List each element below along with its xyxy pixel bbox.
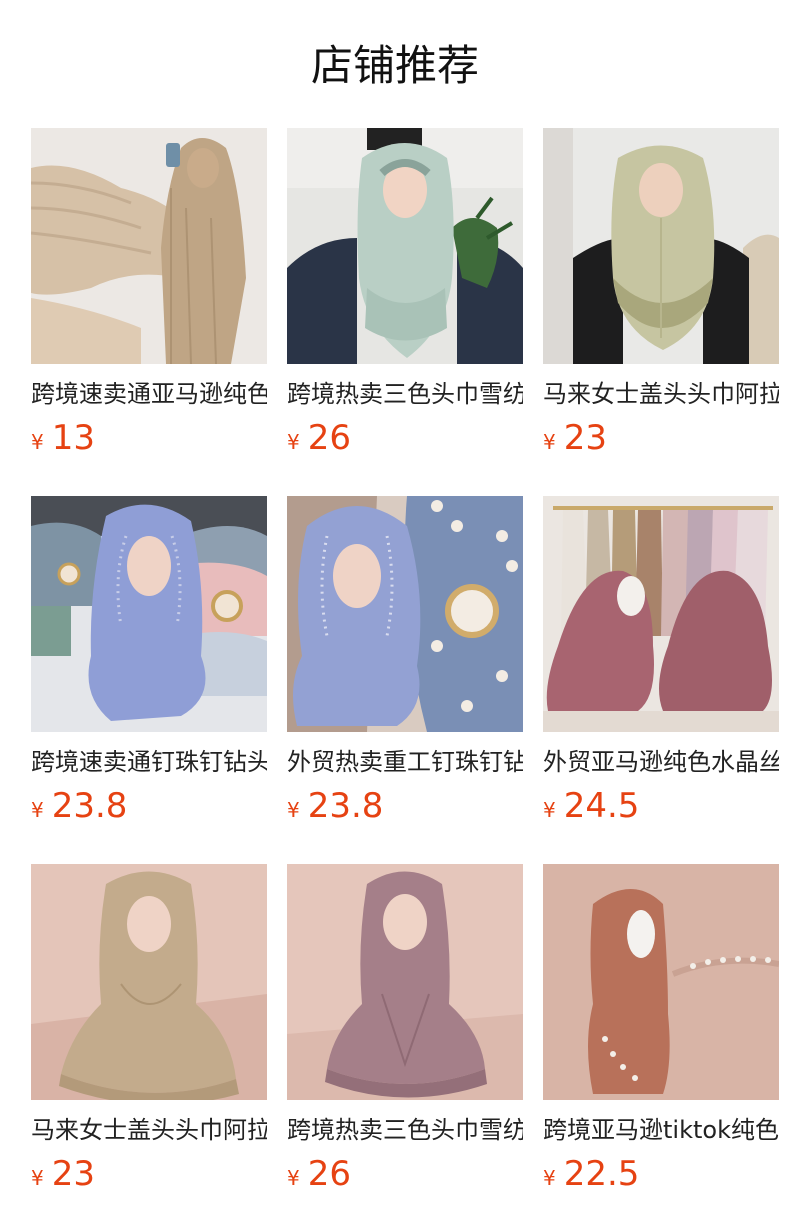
product-name[interactable]: 马来女士盖头头巾阿拉 [543,376,779,412]
product-image[interactable] [543,864,779,1100]
product-image[interactable] [31,128,267,364]
currency-symbol: ¥ [31,1166,44,1190]
product-image[interactable] [287,496,523,732]
product-price: ¥23.8 [287,784,383,828]
product-card[interactable]: 跨境速卖通亚马逊纯色 ¥13 [31,128,267,468]
product-name[interactable]: 马来女士盖头头巾阿拉 [31,1112,267,1148]
price-amount: 23.8 [307,786,384,826]
price-amount: 13 [51,418,95,458]
product-card[interactable]: 外贸热卖重工钉珠钉钻 ¥23.8 [287,496,523,836]
product-image[interactable] [543,128,779,364]
currency-symbol: ¥ [287,1166,300,1190]
price-amount: 23 [51,1154,95,1194]
product-price: ¥26 [287,1152,351,1196]
product-price: ¥23 [31,1152,95,1196]
product-image[interactable] [31,496,267,732]
price-amount: 26 [307,1154,351,1194]
product-price: ¥13 [31,416,95,460]
price-amount: 22.5 [563,1154,640,1194]
price-amount: 23.8 [51,786,128,826]
currency-symbol: ¥ [31,798,44,822]
product-image[interactable] [287,128,523,364]
product-name[interactable]: 跨境热卖三色头巾雪纺 [287,1112,523,1148]
product-price: ¥22.5 [543,1152,639,1196]
product-price: ¥24.5 [543,784,639,828]
currency-symbol: ¥ [287,798,300,822]
product-card[interactable]: 跨境热卖三色头巾雪纺 ¥26 [287,864,523,1204]
product-card[interactable]: 跨境热卖三色头巾雪纺 ¥26 [287,128,523,468]
product-price: ¥23 [543,416,607,460]
product-card[interactable]: 跨境速卖通钉珠钉钻头 ¥23.8 [31,496,267,836]
currency-symbol: ¥ [543,798,556,822]
price-amount: 24.5 [563,786,640,826]
page-title: 店铺推荐 [310,41,479,90]
product-name[interactable]: 外贸亚马逊纯色水晶丝 [543,744,779,780]
currency-symbol: ¥ [543,430,556,454]
product-price: ¥26 [287,416,351,460]
product-price: ¥23.8 [31,784,127,828]
product-name[interactable]: 跨境速卖通亚马逊纯色 [31,376,267,412]
product-card[interactable]: 马来女士盖头头巾阿拉 ¥23 [543,128,779,468]
product-card[interactable]: 跨境亚马逊tiktok纯色 ¥22.5 [543,864,779,1204]
product-card[interactable]: 外贸亚马逊纯色水晶丝 ¥24.5 [543,496,779,836]
currency-symbol: ¥ [543,1166,556,1190]
product-card[interactable]: 马来女士盖头头巾阿拉 ¥23 [31,864,267,1204]
currency-symbol: ¥ [31,430,44,454]
price-amount: 26 [307,418,351,458]
product-image[interactable] [31,864,267,1100]
product-name[interactable]: 跨境热卖三色头巾雪纺 [287,376,523,412]
product-name[interactable]: 外贸热卖重工钉珠钉钻 [287,744,523,780]
product-image[interactable] [543,496,779,732]
price-amount: 23 [563,418,607,458]
currency-symbol: ¥ [287,430,300,454]
product-image[interactable] [287,864,523,1100]
product-name[interactable]: 跨境亚马逊tiktok纯色 [543,1112,779,1148]
product-name[interactable]: 跨境速卖通钉珠钉钻头 [31,744,267,780]
